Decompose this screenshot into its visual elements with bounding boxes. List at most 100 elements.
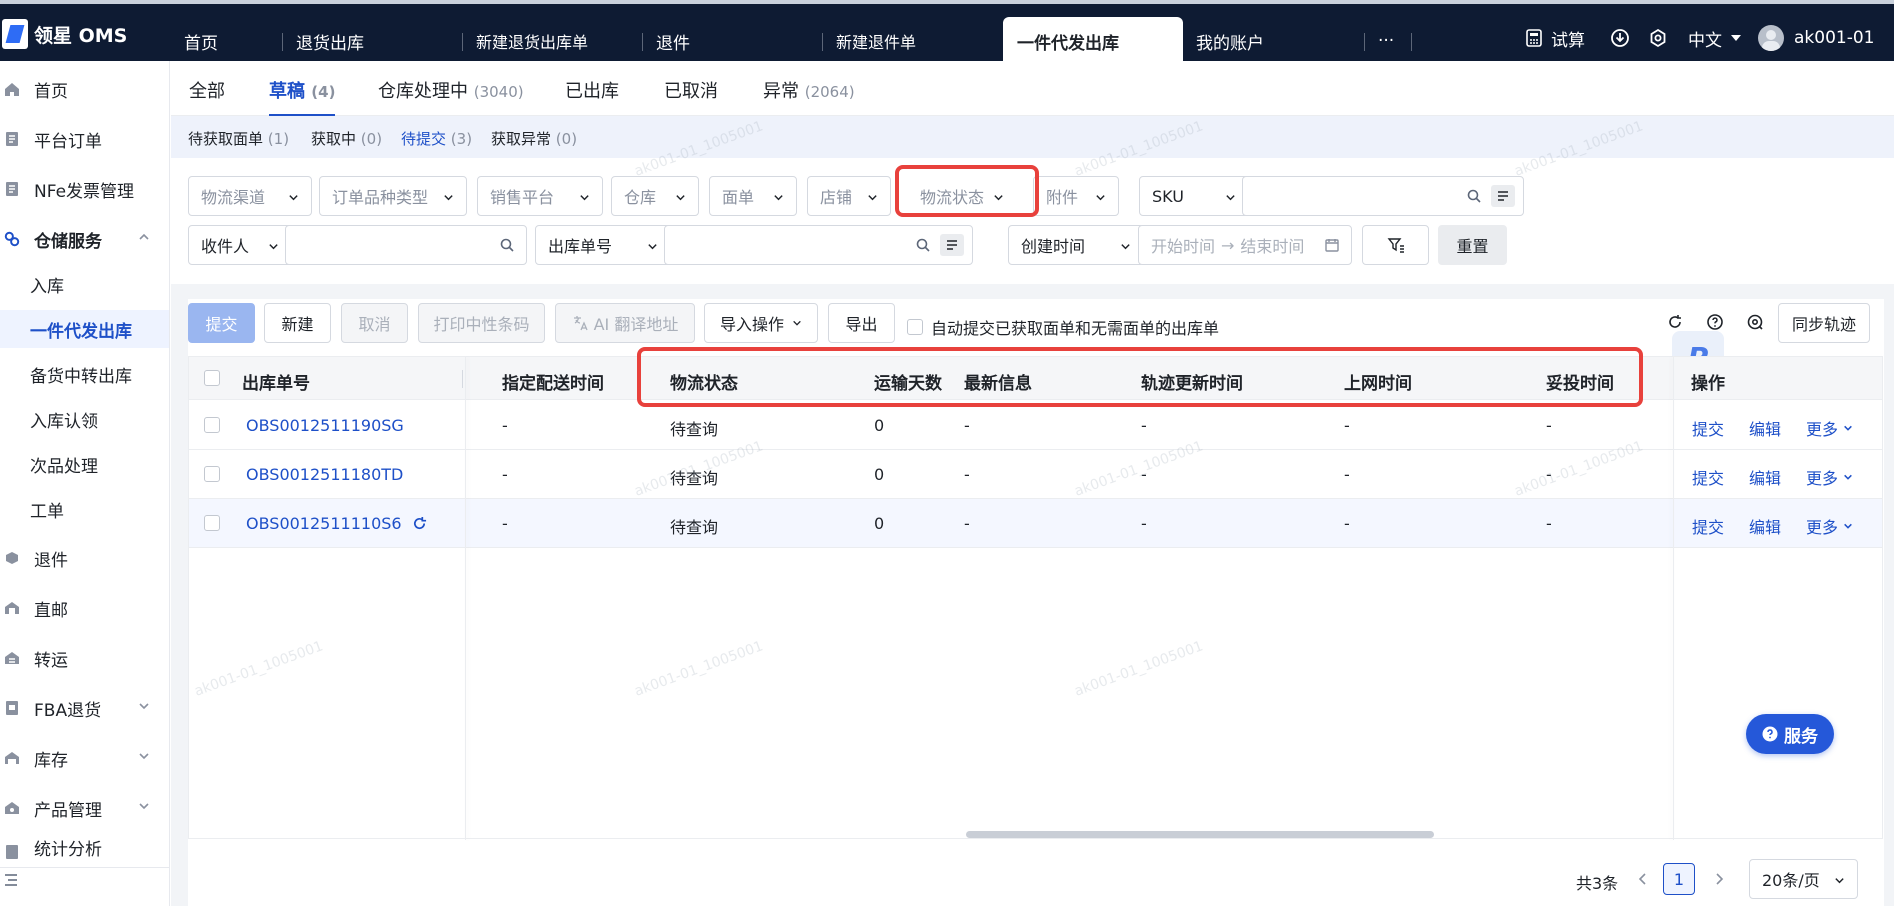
tab-new-return[interactable]: 新建退件单 xyxy=(822,17,916,65)
tab-more[interactable]: ··· xyxy=(1364,17,1394,65)
filter-order-no-type[interactable]: 出库单号 xyxy=(535,225,671,265)
user-menu[interactable]: ak001-01 xyxy=(1758,18,1874,58)
service-button[interactable]: 服务 xyxy=(1746,714,1834,754)
order-number-link[interactable]: OBS0012511110S6 xyxy=(246,514,427,533)
filter-attachment[interactable]: 附件 xyxy=(1033,176,1119,216)
sidebar-subitem-transfer-outbound[interactable]: 备货中转出库 xyxy=(0,355,169,393)
sidebar-item-warehouse[interactable]: 仓储服务 xyxy=(0,219,170,259)
checkbox[interactable] xyxy=(907,319,923,335)
tab-return-outbound[interactable]: 退货出库 xyxy=(282,17,364,65)
page-number-button[interactable]: 1 xyxy=(1663,863,1695,895)
filter-order-type[interactable]: 订单品种类型 xyxy=(319,176,467,216)
export-button[interactable]: 导出 xyxy=(828,303,895,343)
refresh-button[interactable] xyxy=(1666,313,1684,331)
sidebar-subitem-inbound[interactable]: 入库 xyxy=(0,265,169,303)
sidebar-item-fba-returns[interactable]: FBA退货 xyxy=(0,688,170,728)
select-all-checkbox[interactable] xyxy=(204,370,220,386)
multi-search-button[interactable] xyxy=(940,234,964,256)
filter-label-type[interactable]: 面单 xyxy=(709,176,797,216)
sidebar-subitem-work-order[interactable]: 工单 xyxy=(0,490,169,528)
sidebar-subitem-dropship-outbound[interactable]: 一件代发出库 xyxy=(0,310,169,348)
column-settings-button[interactable] xyxy=(1746,313,1764,331)
row-more-menu[interactable]: 更多 xyxy=(1806,514,1853,538)
sidebar-item-transfer[interactable]: 转运 xyxy=(0,638,170,678)
sidebar-item-direct-mail[interactable]: 直邮 xyxy=(0,588,170,628)
sidebar-item-nfe-invoice[interactable]: NFe发票管理 xyxy=(0,169,170,209)
subtab-fetching[interactable]: 获取中 (0) xyxy=(311,128,382,149)
next-page-button[interactable] xyxy=(1713,872,1725,886)
order-no-search-input[interactable] xyxy=(664,225,973,265)
sync-tracking-button[interactable]: 同步轨迹 xyxy=(1778,303,1870,343)
sidebar-subitem-defective[interactable]: 次品处理 xyxy=(0,445,169,483)
horizontal-scrollbar[interactable] xyxy=(966,831,1434,838)
status-tab-processing[interactable]: 仓库处理中 (3040) xyxy=(378,77,524,103)
col-delivery-time[interactable]: 指定配送时间 xyxy=(502,369,604,394)
row-checkbox[interactable] xyxy=(204,417,220,433)
row-more-menu[interactable]: 更多 xyxy=(1806,416,1853,440)
filter-store[interactable]: 店铺 xyxy=(807,176,891,216)
tab-home[interactable]: 首页 xyxy=(184,17,218,65)
download-button[interactable] xyxy=(1610,18,1630,58)
multi-search-button[interactable] xyxy=(1491,185,1515,207)
collapse-sidebar-button[interactable] xyxy=(4,873,18,887)
status-tab-draft[interactable]: 草稿 (4) xyxy=(269,77,336,117)
status-tab-exception[interactable]: 异常 (2064) xyxy=(763,77,855,103)
submit-button[interactable]: 提交 xyxy=(188,303,255,343)
tab-returns[interactable]: 退件 xyxy=(642,17,690,65)
language-select[interactable]: 中文 xyxy=(1688,18,1742,58)
subtab-pending-label[interactable]: 待获取面单 (1) xyxy=(188,128,289,149)
sidebar-item-inventory[interactable]: 库存 xyxy=(0,738,170,778)
sidebar-subitem-inbound-claim[interactable]: 入库认领 xyxy=(0,400,169,438)
filter-sales-platform[interactable]: 销售平台 xyxy=(477,176,603,216)
row-checkbox[interactable] xyxy=(204,466,220,482)
filter-receiver-type[interactable]: 收件人 xyxy=(188,225,292,265)
row-checkbox[interactable] xyxy=(204,515,220,531)
ai-translate-button[interactable]: AI 翻译地址 xyxy=(555,303,695,343)
status-tab-all[interactable]: 全部 xyxy=(189,77,225,103)
print-barcode-button[interactable]: 打印中性条码 xyxy=(418,303,545,343)
table-row[interactable]: OBS0012511190SG - 待查询 0 - - - - 提交 编辑 更多 xyxy=(189,401,1882,450)
help-button[interactable] xyxy=(1706,313,1724,331)
sidebar-item-products[interactable]: 产品管理 xyxy=(0,788,170,828)
subtab-fetch-error[interactable]: 获取异常 (0) xyxy=(491,128,577,149)
receiver-search-input[interactable] xyxy=(285,225,527,265)
filter-created-time-type[interactable]: 创建时间 xyxy=(1008,225,1144,265)
create-button[interactable]: 新建 xyxy=(264,303,331,343)
filter-logistics-channel[interactable]: 物流渠道 xyxy=(188,176,312,216)
page-size-select[interactable]: 20条/页 xyxy=(1749,859,1858,899)
row-edit-link[interactable]: 编辑 xyxy=(1749,514,1781,538)
prev-page-button[interactable] xyxy=(1637,872,1649,886)
order-number-link[interactable]: OBS0012511190SG xyxy=(246,416,404,435)
table-row[interactable]: OBS0012511110S6 - 待查询 0 - - - - 提交 编辑 更多 xyxy=(189,499,1882,548)
row-submit-link[interactable]: 提交 xyxy=(1692,465,1724,489)
auto-submit-toggle[interactable]: 自动提交已获取面单和无需面单的出库单 xyxy=(907,315,1219,339)
status-tab-shipped[interactable]: 已出库 xyxy=(565,77,619,103)
row-edit-link[interactable]: 编辑 xyxy=(1749,416,1781,440)
filter-sku-type[interactable]: SKU xyxy=(1139,176,1249,216)
row-edit-link[interactable]: 编辑 xyxy=(1749,465,1781,489)
sidebar-item-home[interactable]: 首页 xyxy=(0,69,170,109)
sku-search-input[interactable] xyxy=(1242,176,1524,216)
date-range-picker[interactable]: 开始时间 → 结束时间 xyxy=(1138,225,1352,265)
reset-button[interactable]: 重置 xyxy=(1438,225,1507,265)
sidebar-item-stats[interactable]: 统计分析 xyxy=(0,838,170,860)
row-submit-link[interactable]: 提交 xyxy=(1692,416,1724,440)
col-order-no[interactable]: 出库单号 xyxy=(242,369,310,394)
subtab-to-submit[interactable]: 待提交 (3) xyxy=(401,128,472,149)
app-logo[interactable]: 领星 OMS xyxy=(0,14,170,54)
row-submit-link[interactable]: 提交 xyxy=(1692,514,1724,538)
sidebar-item-platform-orders[interactable]: 平台订单 xyxy=(0,119,170,159)
tab-dropship-outbound[interactable]: 一件代发出库 xyxy=(1003,17,1183,65)
row-more-menu[interactable]: 更多 xyxy=(1806,465,1853,489)
import-menu-button[interactable]: 导入操作 xyxy=(704,303,818,343)
calc-button[interactable]: 试算 xyxy=(1525,18,1585,58)
tab-my-account[interactable]: 我的账户 xyxy=(1196,17,1264,65)
filter-warehouse[interactable]: 仓库 xyxy=(611,176,699,216)
advanced-filter-button[interactable] xyxy=(1362,225,1429,265)
order-number-link[interactable]: OBS0012511180TD xyxy=(246,465,403,484)
sidebar-item-returns[interactable]: 退件 xyxy=(0,538,170,578)
tab-new-return-outbound[interactable]: 新建退货出库单 xyxy=(462,17,588,65)
settings-button[interactable] xyxy=(1648,18,1668,58)
status-tab-cancelled[interactable]: 已取消 xyxy=(664,77,718,103)
cancel-button[interactable]: 取消 xyxy=(341,303,408,343)
